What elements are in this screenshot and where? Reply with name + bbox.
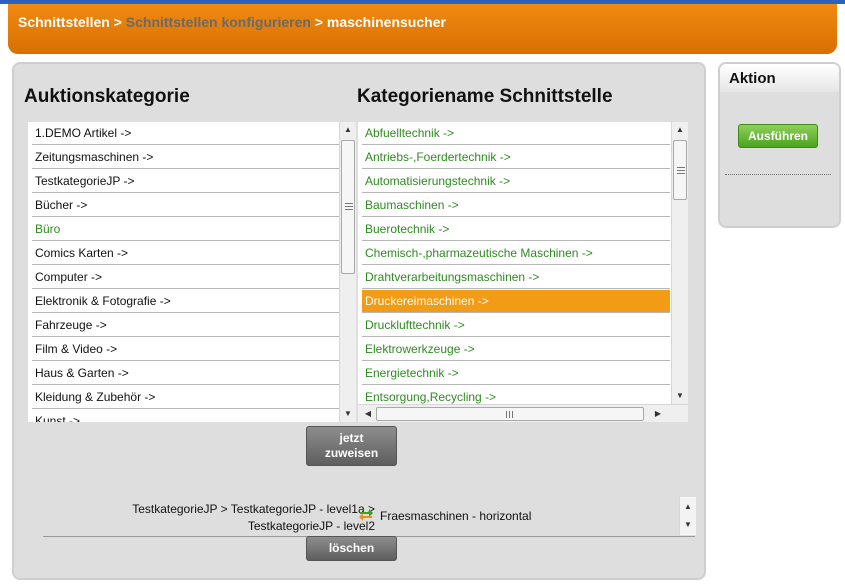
list-item[interactable]: Drucklufttechnik -> (362, 314, 670, 337)
assignment-path-line2: TestkategorieJP - level2 (247, 519, 375, 533)
assign-button-line1: jetzt (339, 431, 364, 445)
scroll-down-arrow-icon[interactable]: ▼ (340, 406, 356, 422)
interface-category-list[interactable]: Abfuelltechnik -> Antriebs-,Foerdertechn… (358, 122, 688, 422)
list-item[interactable]: Kunst -> (32, 410, 340, 422)
delete-button[interactable]: löschen (306, 536, 397, 561)
action-box: Aktion Ausführen (718, 62, 841, 228)
breadcrumb-separator: > (109, 14, 126, 30)
breadcrumb-separator: > (310, 14, 327, 30)
scroll-up-arrow-icon[interactable]: ▲ (672, 122, 688, 138)
list-item[interactable]: Abfuelltechnik -> (362, 122, 670, 145)
action-header: Aktion (720, 64, 839, 92)
assign-button[interactable]: jetzt zuweisen (306, 426, 397, 466)
mapping-panel: Auktionskategorie Kategoriename Schnitts… (12, 62, 706, 580)
header-bar: Schnittstellen > Schnittstellen konfigur… (8, 4, 837, 54)
list-item[interactable]: Kleidung & Zubehör -> (32, 386, 340, 409)
list-item[interactable]: Film & Video -> (32, 338, 340, 361)
scroll-up-arrow-icon[interactable]: ▲ (340, 122, 356, 138)
assignment-row[interactable]: TestkategorieJP > TestkategorieJP - leve… (43, 497, 696, 535)
scroll-down-arrow-icon[interactable]: ▼ (672, 388, 688, 404)
auction-category-title: Auktionskategorie (24, 86, 190, 107)
left-list-scrollbar[interactable]: ▲ ▼ (339, 122, 356, 422)
assignment-source-path: TestkategorieJP > TestkategorieJP - leve… (132, 501, 375, 535)
assignment-path-line1: TestkategorieJP > TestkategorieJP - leve… (132, 502, 375, 516)
auction-category-list[interactable]: 1.DEMO Artikel -> Zeitungsmaschinen -> T… (28, 122, 356, 422)
list-item[interactable]: 1.DEMO Artikel -> (32, 122, 340, 145)
run-button[interactable]: Ausführen (738, 124, 818, 148)
list-item[interactable]: Chemisch-,pharmazeutische Maschinen -> (362, 242, 670, 265)
action-title: Aktion (729, 70, 776, 87)
list-item[interactable]: Energietechnik -> (362, 362, 670, 385)
hscroll-thumb[interactable] (376, 407, 644, 421)
list-item[interactable]: Antriebs-,Foerdertechnik -> (362, 146, 670, 169)
breadcrumb-item-konfigurieren[interactable]: Schnittstellen konfigurieren (126, 14, 311, 30)
right-list-hscrollbar[interactable]: ◀ ▶ (358, 404, 688, 422)
scroll-left-arrow-icon[interactable]: ◀ (360, 406, 376, 422)
scroll-thumb[interactable] (341, 140, 355, 274)
breadcrumb-item-schnittstellen[interactable]: Schnittstellen (18, 14, 110, 30)
breadcrumb: Schnittstellen > Schnittstellen konfigur… (18, 14, 446, 30)
list-item[interactable]: Elektrowerkzeuge -> (362, 338, 670, 361)
scroll-down-arrow-icon[interactable]: ▼ (680, 517, 696, 533)
list-item[interactable]: Bücher -> (32, 194, 340, 217)
list-item[interactable]: Drahtverarbeitungsmaschinen -> (362, 266, 670, 289)
list-item[interactable]: Baumaschinen -> (362, 194, 670, 217)
breadcrumb-item-current: maschinensucher (326, 14, 446, 30)
list-item[interactable]: Automatisierungstechnik -> (362, 170, 670, 193)
scroll-right-arrow-icon[interactable]: ▶ (650, 406, 666, 422)
list-item-selected[interactable]: Druckereimaschinen -> (362, 290, 670, 313)
interface-category-title: Kategoriename Schnittstelle (357, 86, 613, 107)
list-item[interactable]: Fahrzeuge -> (32, 314, 340, 337)
list-item[interactable]: Elektronik & Fotografie -> (32, 290, 340, 313)
list-item[interactable]: TestkategorieJP -> (32, 170, 340, 193)
list-item[interactable]: Zeitungsmaschinen -> (32, 146, 340, 169)
scroll-thumb[interactable] (673, 140, 687, 200)
assignment-scrollbar[interactable]: ▲ ▼ (679, 497, 696, 535)
right-list-scrollbar[interactable]: ▲ ▼ (671, 122, 688, 404)
assignment-target: Fraesmaschinen - horizontal (380, 509, 532, 523)
exchange-arrows-icon (359, 509, 373, 521)
list-item[interactable]: Comics Karten -> (32, 242, 340, 265)
list-item[interactable]: Buerotechnik -> (362, 218, 670, 241)
list-item[interactable]: Haus & Garten -> (32, 362, 340, 385)
assign-button-line2: zuweisen (324, 446, 379, 460)
list-item[interactable]: Büro (32, 218, 340, 241)
divider (725, 174, 831, 175)
scroll-up-arrow-icon[interactable]: ▲ (680, 499, 696, 515)
list-item[interactable]: Computer -> (32, 266, 340, 289)
